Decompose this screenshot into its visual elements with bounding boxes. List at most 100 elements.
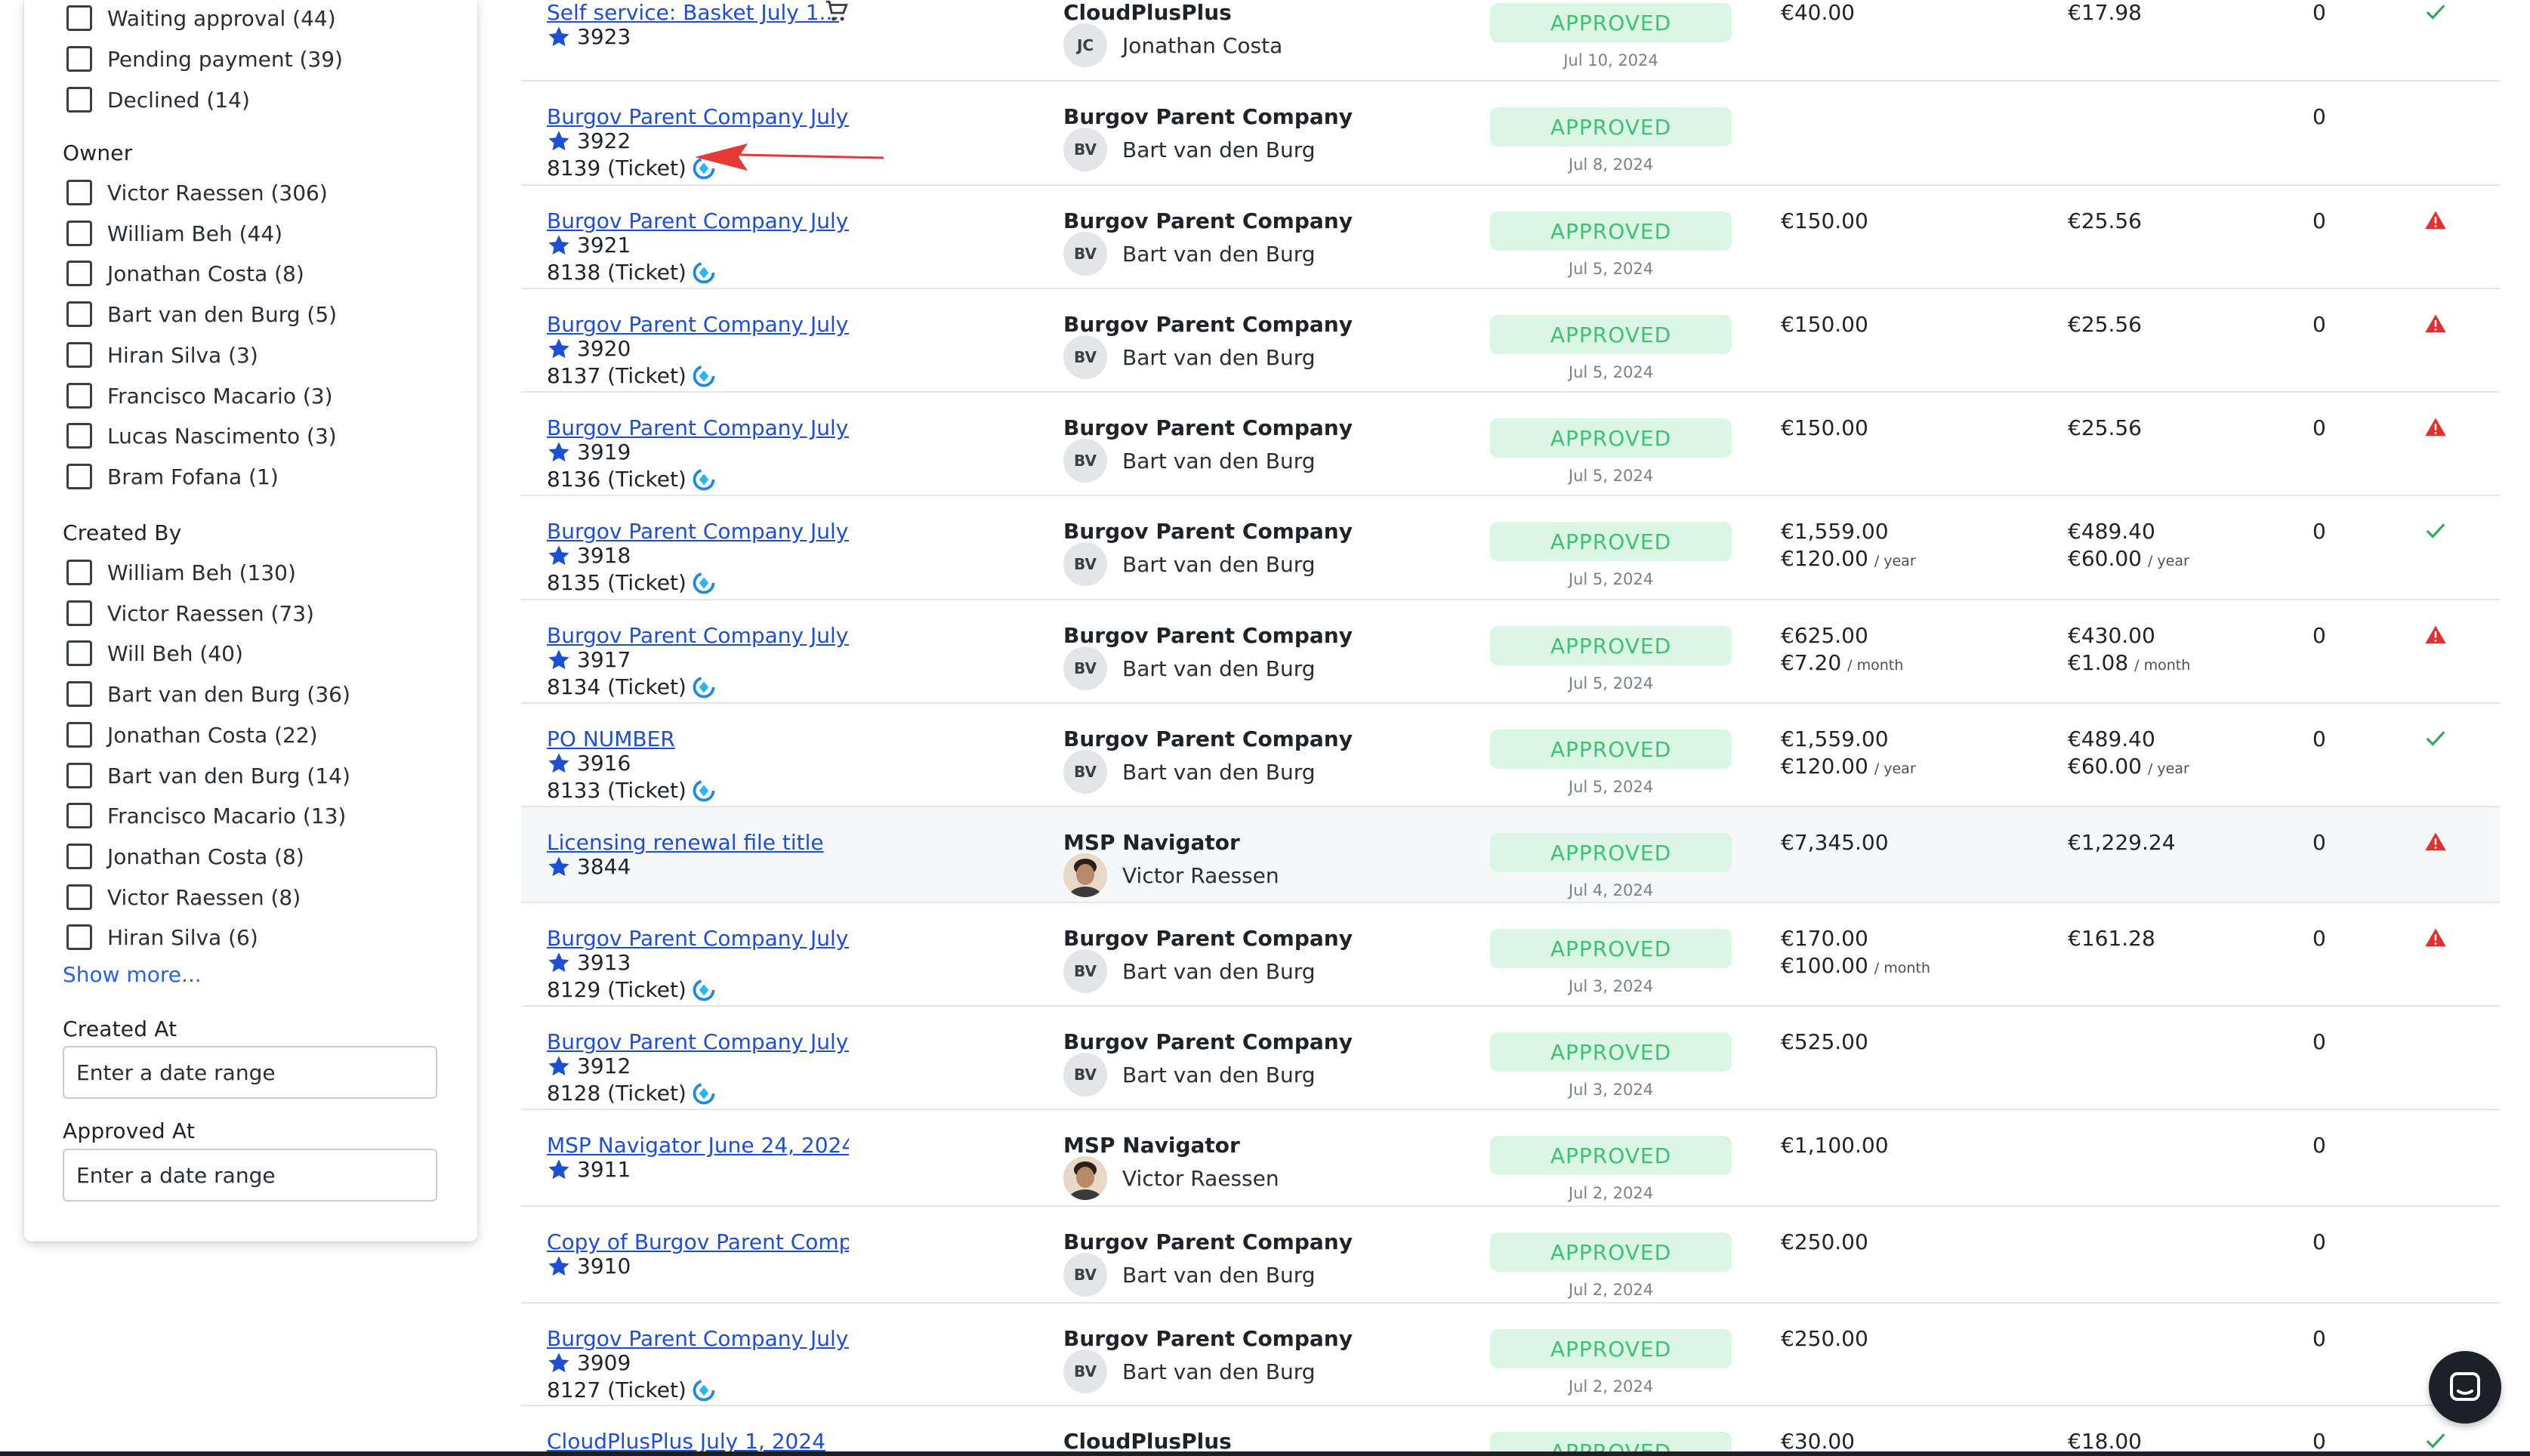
- checkbox[interactable]: [66, 5, 92, 31]
- table-row[interactable]: Burgov Parent Company July ... 3919 8136 (…: [521, 393, 2500, 496]
- filter-option[interactable]: Bart van den Burg (5): [66, 299, 337, 329]
- quote-title-link[interactable]: Burgov Parent Company July ...: [547, 926, 849, 951]
- quote-title-link[interactable]: Self service: Basket July 1...: [547, 0, 839, 25]
- quote-title-link[interactable]: Licensing renewal file title: [547, 830, 824, 855]
- checkbox[interactable]: [66, 600, 92, 626]
- quote-title-link[interactable]: Burgov Parent Company July ...: [547, 519, 849, 544]
- table-row[interactable]: Burgov Parent Company July ... 3917 8134 (…: [521, 600, 2500, 704]
- filter-option[interactable]: Will Beh (40): [66, 638, 243, 668]
- checkbox[interactable]: [66, 560, 92, 585]
- checkbox[interactable]: [66, 722, 92, 748]
- chat-launcher-button[interactable]: [2429, 1351, 2501, 1424]
- filter-option[interactable]: Hiran Silva (3): [66, 340, 258, 370]
- filter-option[interactable]: Francisco Macario (3): [66, 381, 333, 411]
- filter-option[interactable]: Bart van den Burg (36): [66, 679, 350, 709]
- star-icon[interactable]: [547, 1158, 571, 1182]
- ticket-sync-icon[interactable]: [693, 261, 715, 284]
- filter-option[interactable]: Lucas Nascimento (3): [66, 421, 337, 451]
- ticket-sync-icon[interactable]: [693, 676, 715, 699]
- checkbox[interactable]: [66, 640, 92, 666]
- checkbox[interactable]: [66, 464, 92, 489]
- filter-option-label: Hiran Silva (6): [107, 924, 258, 950]
- filter-option[interactable]: Jonathan Costa (8): [66, 258, 304, 288]
- quote-title-link[interactable]: Burgov Parent Company July ...: [547, 623, 849, 648]
- ticket-sync-icon[interactable]: [693, 1082, 715, 1105]
- star-icon[interactable]: [547, 1351, 571, 1375]
- filter-option[interactable]: Bart van den Burg (14): [66, 760, 350, 791]
- quote-title-link[interactable]: CloudPlusPlus July 1, 2024: [547, 1429, 825, 1454]
- checkbox[interactable]: [66, 221, 92, 246]
- quote-title-link[interactable]: Burgov Parent Company July ...: [547, 104, 849, 129]
- filter-option[interactable]: Jonathan Costa (8): [66, 841, 304, 871]
- checkbox[interactable]: [66, 301, 92, 327]
- star-icon[interactable]: [547, 1254, 571, 1279]
- checkbox[interactable]: [66, 383, 92, 409]
- checkbox[interactable]: [66, 884, 92, 910]
- quote-title-link[interactable]: Burgov Parent Company July ...: [547, 1326, 849, 1351]
- table-row[interactable]: Self service: Basket July 1... 3923 CloudP…: [521, 0, 2500, 82]
- checkbox[interactable]: [66, 261, 92, 286]
- star-icon[interactable]: [547, 951, 571, 975]
- filter-option[interactable]: William Beh (130): [66, 557, 296, 588]
- checkbox[interactable]: [66, 46, 92, 72]
- filter-option[interactable]: Victor Raessen (73): [66, 598, 314, 628]
- star-icon[interactable]: [547, 440, 571, 464]
- star-icon[interactable]: [547, 25, 571, 49]
- filter-option[interactable]: Victor Raessen (8): [66, 882, 301, 912]
- table-row[interactable]: CloudPlusPlus July 1, 20243906CloudPlusP…: [521, 1406, 2500, 1456]
- table-row[interactable]: Burgov Parent Company July ... 3920 8137 (…: [521, 289, 2500, 393]
- table-row[interactable]: Licensing renewal file title 3844 MSP Navi…: [521, 807, 2500, 903]
- filter-option[interactable]: Victor Raessen (306): [66, 177, 328, 208]
- star-icon[interactable]: [547, 1054, 571, 1078]
- table-row[interactable]: MSP Navigator June 24, 2024 3911 MSP Navig…: [521, 1110, 2500, 1207]
- table-row[interactable]: Burgov Parent Company July ... 3918 8135 (…: [521, 496, 2500, 600]
- filter-option[interactable]: Hiran Silva (6): [66, 922, 258, 952]
- star-icon[interactable]: [547, 751, 571, 776]
- ticket-sync-icon[interactable]: [693, 365, 715, 387]
- table-row[interactable]: PO NUMBER 3916 8133 (Ticket) Burgov Parent …: [521, 704, 2500, 807]
- owner-name: Bart van den Burg: [1122, 137, 1316, 162]
- table-row[interactable]: Burgov Parent Company July ... 3921 8138 (…: [521, 186, 2500, 289]
- ticket-sync-icon[interactable]: [693, 1379, 715, 1402]
- created-at-date-range-input[interactable]: Enter a date range: [63, 1046, 437, 1099]
- quote-title-link[interactable]: Burgov Parent Company July ...: [547, 312, 849, 337]
- quote-title-link[interactable]: Burgov Parent Company July ...: [547, 415, 849, 440]
- table-row[interactable]: Copy of Burgov Parent Comp... 3910 Burgov …: [521, 1207, 2500, 1303]
- star-icon[interactable]: [547, 129, 571, 153]
- filter-option[interactable]: Declined (14): [66, 85, 250, 115]
- star-icon[interactable]: [547, 544, 571, 568]
- show-more-link[interactable]: Show more...: [63, 962, 202, 987]
- checkbox[interactable]: [66, 803, 92, 828]
- ticket-sync-icon[interactable]: [693, 979, 715, 1001]
- table-row[interactable]: Burgov Parent Company July ... 3913 8129 (…: [521, 903, 2500, 1007]
- filter-option[interactable]: Pending payment (39): [66, 44, 343, 74]
- checkbox[interactable]: [66, 180, 92, 205]
- checkbox[interactable]: [66, 342, 92, 368]
- table-row[interactable]: Burgov Parent Company July ... 3909 8127 (…: [521, 1303, 2500, 1406]
- star-icon[interactable]: [547, 337, 571, 361]
- filter-option[interactable]: Bram Fofana (1): [66, 461, 279, 492]
- filter-option[interactable]: Francisco Macario (13): [66, 800, 346, 831]
- filter-option[interactable]: Jonathan Costa (22): [66, 720, 318, 750]
- checkbox[interactable]: [66, 763, 92, 788]
- checkbox[interactable]: [66, 87, 92, 113]
- checkbox[interactable]: [66, 844, 92, 869]
- ticket-sync-icon[interactable]: [693, 572, 715, 594]
- table-row[interactable]: Burgov Parent Company July ... 3912 8128 (…: [521, 1007, 2500, 1110]
- quote-title-link[interactable]: Burgov Parent Company July ...: [547, 208, 849, 233]
- quote-title-link[interactable]: PO NUMBER: [547, 726, 675, 751]
- star-icon[interactable]: [547, 233, 571, 258]
- checkbox[interactable]: [66, 924, 92, 950]
- quote-title-link[interactable]: Copy of Burgov Parent Comp...: [547, 1229, 849, 1254]
- star-icon[interactable]: [547, 855, 571, 879]
- ticket-sync-icon[interactable]: [693, 468, 715, 491]
- star-icon[interactable]: [547, 648, 571, 672]
- filter-option[interactable]: William Beh (44): [66, 218, 282, 248]
- approved-at-date-range-input[interactable]: Enter a date range: [63, 1149, 437, 1202]
- quote-title-link[interactable]: MSP Navigator June 24, 2024: [547, 1133, 849, 1158]
- filter-option[interactable]: Waiting approval (44): [66, 3, 336, 33]
- ticket-sync-icon[interactable]: [693, 779, 715, 802]
- quote-title-link[interactable]: Burgov Parent Company July ...: [547, 1029, 849, 1054]
- checkbox[interactable]: [66, 681, 92, 707]
- checkbox[interactable]: [66, 423, 92, 449]
